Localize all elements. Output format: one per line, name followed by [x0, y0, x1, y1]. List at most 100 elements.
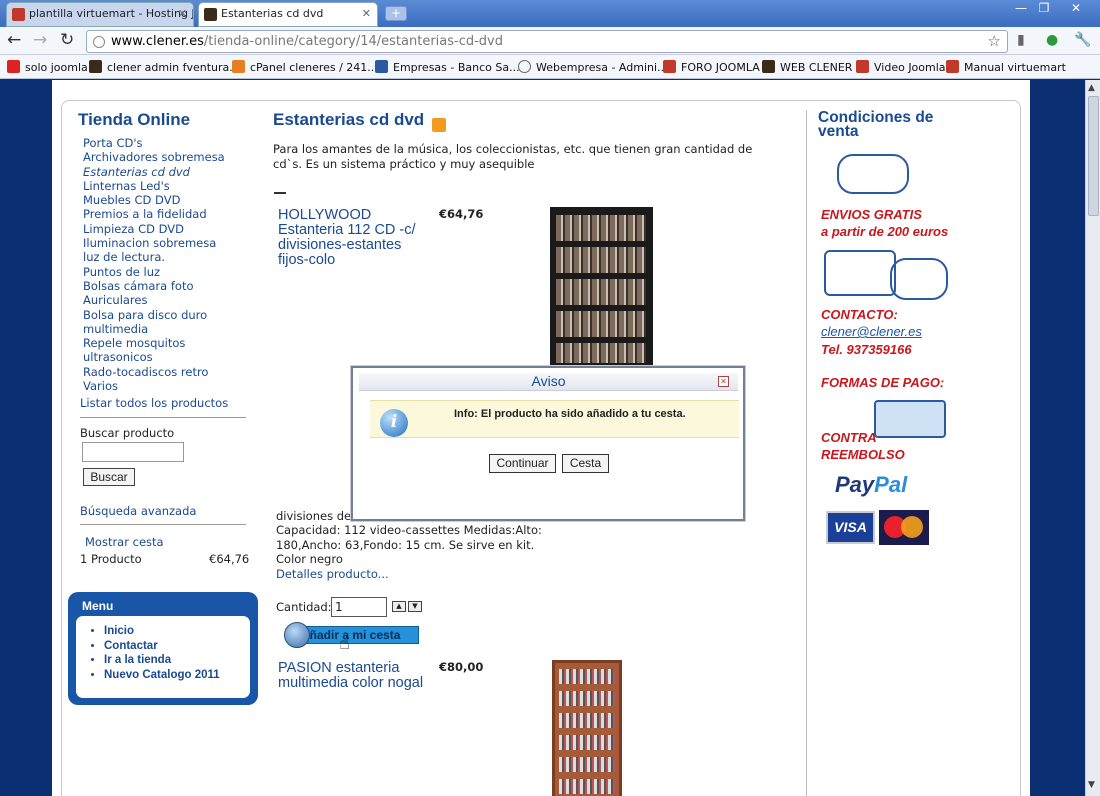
column-divider [806, 110, 807, 796]
product-details-link[interactable]: Detalles producto... [276, 567, 389, 581]
hand-cursor-icon: ☝ [339, 633, 350, 654]
stats-icon[interactable]: ▮ [1017, 32, 1025, 48]
scroll-up-icon[interactable]: ▲ [1088, 83, 1095, 93]
product-image-hollywood[interactable] [550, 207, 653, 367]
category-item[interactable]: Varios [83, 379, 253, 393]
category-item[interactable]: Premios a la fidelidad [83, 207, 253, 221]
product-name-link[interactable]: PASION estanteria multimedia color nogal [278, 661, 433, 691]
bookmark[interactable]: Webempresa - Admini... [518, 60, 668, 74]
close-window-icon[interactable]: ✕ [1065, 1, 1087, 17]
divider [80, 417, 246, 418]
desc-line: Capacidad: 112 video-cassettes Medidas:A… [276, 523, 542, 552]
joomla-favicon-icon [12, 8, 25, 21]
tab-label: plantilla virtuemart - Hosting J [29, 7, 194, 20]
bookmark[interactable]: cPanel cleneres / 241.... [232, 60, 381, 74]
category-item[interactable]: Iluminacion sobremesa [83, 236, 253, 250]
conditions-title: Condiciones de venta [818, 109, 934, 140]
tab-bar: plantilla virtuemart - Hosting J ✕ Estan… [0, 0, 1100, 27]
category-title: Estanterias cd dvd [273, 110, 425, 129]
mastercard-logo [879, 510, 929, 545]
search-button[interactable]: Buscar [83, 468, 135, 486]
search-input[interactable] [82, 442, 184, 462]
bookmark[interactable]: Empresas - Banco Sa... [375, 60, 520, 74]
show-cart-link[interactable]: Mostrar cesta [85, 535, 164, 549]
tab-close-icon[interactable]: ✕ [362, 3, 371, 25]
advanced-search-link[interactable]: Búsqueda avanzada [80, 504, 196, 518]
wrench-icon[interactable]: 🔧 [1074, 32, 1091, 48]
continue-button[interactable]: Continuar [489, 454, 556, 473]
quantity-down-icon[interactable]: ▼ [408, 601, 422, 612]
menu-title: Menu [82, 599, 114, 613]
shop-title: Tienda Online [78, 110, 191, 129]
sort-icon[interactable] [274, 184, 286, 194]
bookmarks-bar: solo joomla clener admin fventura... cPa… [0, 55, 1100, 79]
product-price: €64,76 [439, 207, 484, 221]
scroll-down-icon[interactable]: ▼ [1088, 780, 1095, 790]
bookmark[interactable]: FORO JOOMLA [663, 60, 760, 74]
bookmark[interactable]: Video Joomla [856, 60, 946, 74]
back-icon[interactable]: ← [7, 31, 21, 49]
bookmark-star-icon[interactable]: ☆ [988, 31, 1001, 52]
category-intro: Para los amantes de la música, los colec… [273, 142, 753, 171]
dialog-title: Aviso ✕ [359, 373, 738, 391]
category-item[interactable]: Bolsas cámara foto [83, 279, 253, 293]
tab-label: Estanterias cd dvd [221, 7, 324, 20]
bookmark[interactable]: WEB CLENER [762, 60, 852, 74]
forward-icon[interactable]: → [33, 31, 47, 49]
category-item[interactable]: Rado-tocadiscos retro [83, 365, 253, 379]
tab-estanterias[interactable]: Estanterias cd dvd ✕ [198, 2, 378, 27]
bookmark[interactable]: solo joomla [7, 60, 88, 74]
product-name-link[interactable]: HOLLYWOOD Estanteria 112 CD -c/ division… [278, 208, 428, 268]
info-icon: i [380, 409, 408, 437]
tab-plantilla-virtuemart[interactable]: plantilla virtuemart - Hosting J ✕ [6, 2, 194, 27]
url-host: www.clener.es [111, 34, 204, 49]
category-item[interactable]: luz de lectura. [83, 250, 253, 264]
dialog-title-text: Aviso [531, 373, 566, 389]
bookmark[interactable]: Manual virtuemart [946, 60, 1066, 74]
extension-icon[interactable]: ● [1046, 32, 1058, 48]
category-item[interactable]: Archivadores sobremesa [83, 150, 253, 164]
page-scrollbar[interactable]: ▲ ▼ [1085, 80, 1100, 796]
go-to-cart-button[interactable]: Cesta [562, 454, 609, 473]
dialog-close-icon[interactable]: ✕ [718, 376, 729, 387]
menu-item-inicio[interactable]: Inicio [104, 624, 220, 639]
dialog-message-box: i Info: El producto ha sido añadido a tu… [370, 400, 739, 438]
contact-email-link[interactable]: clener@clener.es [821, 324, 922, 339]
telephone-icon [890, 258, 948, 300]
list-all-products-link[interactable]: Listar todos los productos [80, 396, 228, 410]
bookmark[interactable]: clener admin fventura... [89, 60, 240, 74]
envelope-icon [824, 250, 896, 296]
category-item[interactable]: Puntos de luz [83, 265, 253, 279]
category-item[interactable]: Repele mosquitos ultrasonicos [83, 336, 253, 365]
tab-close-icon[interactable]: ✕ [178, 3, 187, 25]
address-bar[interactable]: www.clener.es/tienda-online/category/14/… [86, 30, 1008, 53]
menu-item-tienda[interactable]: Ir a la tienda [104, 653, 220, 668]
quantity-up-icon[interactable]: ▲ [392, 601, 406, 612]
free-shipping-text: ENVIOS GRATIS [821, 207, 922, 222]
dialog-message: Info: El producto ha sido añadido a tu c… [454, 408, 686, 420]
contact-heading: CONTACTO: [821, 307, 898, 322]
category-item-active[interactable]: Estanterias cd dvd [83, 165, 253, 179]
quantity-input[interactable]: 1 [331, 597, 387, 617]
category-item[interactable]: Linternas Led's [83, 179, 253, 193]
menu-item-contactar[interactable]: Contactar [104, 639, 220, 654]
menu-item-catalogo[interactable]: Nuevo Catalogo 2011 [104, 668, 220, 683]
minimize-icon[interactable]: — [1010, 1, 1032, 17]
product-image-pasion[interactable] [552, 660, 622, 796]
new-tab-button[interactable]: + [385, 6, 407, 21]
category-item[interactable]: Porta CD's [83, 136, 253, 150]
maximize-icon[interactable]: ❐ [1033, 1, 1055, 17]
category-item[interactable]: Auriculares [83, 293, 253, 307]
cart-total: €64,76 [209, 552, 250, 566]
scrollbar-thumb[interactable] [1088, 96, 1099, 216]
site-favicon-icon [204, 8, 217, 21]
rss-icon[interactable] [432, 118, 446, 132]
divider [80, 524, 246, 525]
category-item[interactable]: Muebles CD DVD [83, 193, 253, 207]
reload-icon[interactable]: ↻ [60, 31, 74, 49]
cart-count: 1 Producto [80, 552, 142, 566]
cart-add-icon[interactable] [284, 622, 310, 648]
free-shipping-threshold: a partir de 200 euros [821, 224, 949, 239]
category-item[interactable]: Bolsa para disco duro multimedia [83, 308, 253, 337]
category-item[interactable]: Limpieza CD DVD [83, 222, 253, 236]
